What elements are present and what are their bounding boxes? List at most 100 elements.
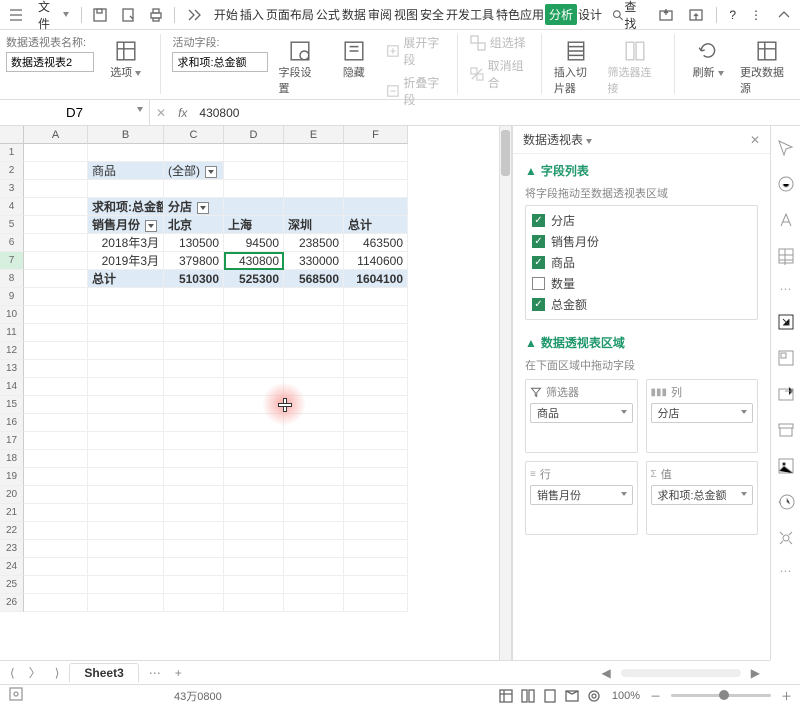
save-icon[interactable] — [88, 0, 112, 29]
print-preview-icon[interactable] — [116, 0, 140, 29]
active-field-group: 活动字段: — [172, 34, 268, 72]
tab-menu-icon[interactable]: ⋯ — [145, 666, 165, 680]
workspace: ABCDEF 123456789101112131415161718192021… — [0, 126, 800, 660]
formula-input[interactable]: 430800 — [193, 106, 800, 120]
overflow-right-icon[interactable] — [181, 0, 205, 29]
rail-share-icon[interactable] — [776, 384, 796, 404]
export-icon[interactable] — [684, 7, 708, 23]
field-settings-button[interactable]: 字段设置 — [278, 34, 322, 96]
tab-insert[interactable]: 插入 — [239, 6, 265, 23]
options-button[interactable]: 选项 — [104, 34, 148, 80]
tab-formula[interactable]: 公式 — [315, 6, 341, 23]
active-field-input[interactable] — [172, 52, 268, 72]
collapse-ribbon-icon[interactable] — [772, 7, 796, 23]
drag-hint: 将字段拖动至数据透视表区域 — [525, 185, 758, 201]
help-icon[interactable]: ? — [725, 8, 740, 22]
tab-review[interactable]: 审阅 — [367, 6, 393, 23]
tab-devtools[interactable]: 开发工具 — [445, 6, 495, 23]
values-tag[interactable]: 求和项:总金额 — [651, 485, 754, 505]
vertical-scrollbar[interactable] — [499, 126, 511, 660]
zoom-in-button[interactable]: ＋ — [781, 688, 792, 704]
rail-font-icon[interactable] — [776, 210, 796, 230]
hscroll-right-icon[interactable]: ▶ — [747, 666, 764, 680]
tab-nav-prev-icon[interactable]: 〉 — [25, 664, 45, 681]
pivot-name-group: 数据透视表名称: — [6, 34, 94, 72]
tab-data[interactable]: 数据 — [341, 6, 367, 23]
column-tag[interactable]: 分店 — [651, 403, 754, 423]
pivot-name-input[interactable] — [6, 52, 94, 72]
cells-grid[interactable]: 商品(全部) 求和项:总金额分店 销售月份 北京上海深圳总计2018年3月130… — [24, 144, 499, 660]
panel-close-icon[interactable]: ✕ — [750, 133, 760, 147]
zoom-out-button[interactable]: － — [650, 688, 661, 704]
rail-history-icon[interactable] — [776, 492, 796, 512]
rail-more2-icon[interactable]: ⋯ — [780, 564, 792, 578]
field-数量[interactable]: 数量 — [530, 273, 753, 294]
print-icon[interactable] — [144, 0, 168, 29]
menu-icon[interactable] — [4, 0, 28, 29]
rail-clipboard-icon[interactable] — [776, 174, 796, 194]
change-source-button[interactable]: 更改数据源 — [740, 34, 794, 96]
hscroll-left-icon[interactable]: ◀ — [598, 666, 615, 680]
tab-view[interactable]: 视图 — [393, 6, 419, 23]
refresh-button[interactable]: 刷新 — [686, 34, 730, 80]
cancel-formula-icon[interactable]: ✕ — [150, 106, 172, 120]
tab-design[interactable]: 设计 — [577, 6, 603, 23]
sheet-tabs-row: ⟨ 〉 ⟩ Sheet3 ⋯ + ◀ ▶ — [0, 660, 770, 684]
row-headers[interactable]: 1234567891011121314151617181920212223242… — [0, 144, 24, 660]
zoom-slider[interactable] — [671, 694, 771, 697]
tab-layout[interactable]: 页面布局 — [265, 6, 315, 23]
column-area[interactable]: ▮▮▮列 分店 — [646, 379, 759, 453]
view-normal-icon[interactable] — [498, 688, 514, 704]
status-text: 43万0800 — [174, 688, 222, 704]
filter-tag[interactable]: 商品 — [530, 403, 633, 423]
values-area[interactable]: Σ值 求和项:总金额 — [646, 461, 759, 535]
name-box[interactable] — [0, 100, 150, 125]
name-box-dropdown-icon[interactable] — [137, 107, 143, 112]
view-read-icon[interactable] — [564, 688, 580, 704]
view-pagebreak-icon[interactable] — [520, 688, 536, 704]
add-sheet-button[interactable]: + — [171, 666, 186, 680]
rail-table-icon[interactable] — [776, 246, 796, 266]
tab-security[interactable]: 安全 — [419, 6, 445, 23]
tab-start[interactable]: 开始 — [213, 6, 239, 23]
active-field-label: 活动字段: — [172, 34, 268, 50]
view-page-icon[interactable] — [542, 688, 558, 704]
pivot-panel: 数据透视表 ✕ ▲字段列表 将字段拖动至数据透视表区域 ✓分店✓销售月份✓商品数… — [512, 126, 770, 660]
tab-special[interactable]: 特色应用 — [495, 6, 545, 23]
rail-image-icon[interactable] — [776, 456, 796, 476]
select-all-corner[interactable] — [0, 126, 24, 144]
more-icon[interactable]: ⋮ — [746, 8, 766, 22]
rail-expand-icon[interactable] — [776, 312, 796, 332]
field-总金额[interactable]: ✓总金额 — [530, 294, 753, 315]
row-tag[interactable]: 销售月份 — [530, 485, 633, 505]
tab-nav-first-icon[interactable]: ⟨ — [6, 666, 19, 680]
rail-gallery-icon[interactable] — [776, 348, 796, 368]
filter-area[interactable]: 筛选器 商品 — [525, 379, 638, 453]
find-button[interactable]: 查找 — [607, 0, 648, 32]
field-分店[interactable]: ✓分店 — [530, 210, 753, 231]
insert-slicer-button[interactable]: 插入切片器 — [554, 34, 598, 96]
rail-archive-icon[interactable] — [776, 420, 796, 440]
tab-nav-next-icon[interactable]: ⟩ — [51, 666, 64, 680]
rail-select-icon[interactable] — [776, 138, 796, 158]
record-macro-icon[interactable] — [8, 686, 24, 705]
row-area[interactable]: ≡行 销售月份 — [525, 461, 638, 535]
fx-icon[interactable]: fx — [178, 106, 187, 120]
scroll-thumb[interactable] — [501, 130, 510, 176]
name-box-input[interactable] — [15, 103, 135, 123]
field-销售月份[interactable]: ✓销售月份 — [530, 231, 753, 252]
rail-more-icon[interactable]: ⋯ — [780, 282, 792, 296]
sheet-area[interactable]: ABCDEF 123456789101112131415161718192021… — [0, 126, 512, 660]
sheet-tab[interactable]: Sheet3 — [69, 663, 138, 682]
share-icon[interactable] — [654, 7, 678, 23]
tab-analyze[interactable]: 分析 — [545, 4, 577, 25]
rail-tools-icon[interactable] — [776, 528, 796, 548]
field-商品[interactable]: ✓商品 — [530, 252, 753, 273]
field-list-box[interactable]: ✓分店✓销售月份✓商品数量✓总金额 — [525, 205, 758, 320]
view-focus-icon[interactable] — [586, 688, 602, 704]
filter-connection-button: 筛选器连接 — [608, 34, 662, 96]
horizontal-scrollbar[interactable] — [621, 669, 741, 677]
hide-button[interactable]: 隐藏 — [332, 34, 376, 80]
column-headers[interactable]: ABCDEF — [24, 126, 499, 144]
file-menu[interactable]: 文件 — [32, 0, 75, 32]
